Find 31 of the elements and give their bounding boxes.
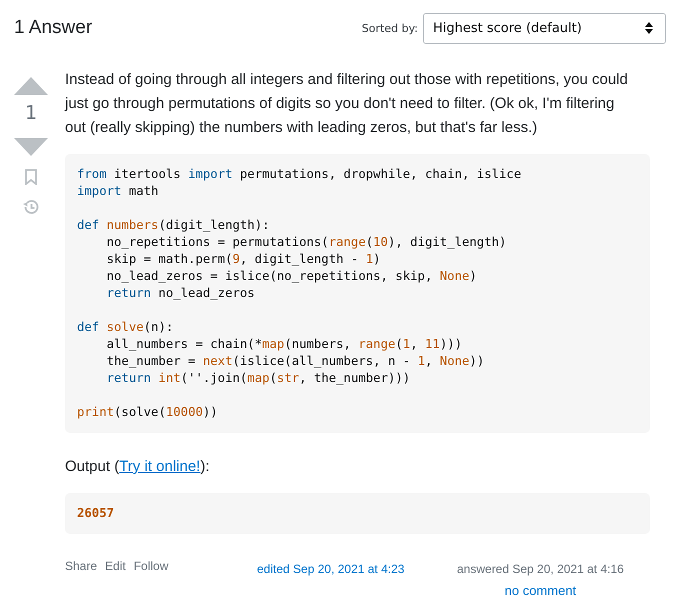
history-icon[interactable]: [22, 198, 40, 216]
code-line: def numbers(digit_length):: [77, 217, 270, 234]
sort-dropdown[interactable]: Highest score (default): [423, 12, 666, 44]
code-line: from itertools import permutations, dropwhile, chain, islice: [77, 166, 522, 183]
code-line: return no_lead_zeros: [106, 285, 255, 302]
code-line: import math: [77, 183, 158, 200]
output-label: Output (Try it online!):: [65, 457, 211, 477]
bookmark-icon[interactable]: [25, 169, 37, 185]
answered-timestamp: answered Sep 20, 2021 at 4:16: [457, 562, 624, 576]
post-action-link[interactable]: Follow: [134, 559, 168, 573]
output-block: 26057: [65, 493, 650, 534]
code-line: no_lead_zeros = islice(no_repetitions, skip, None): [106, 268, 477, 285]
code-line: skip = math.perm(9, digit_length - 1): [106, 251, 381, 268]
vote-score: 1: [24, 102, 38, 124]
code-line: no_repetitions = permutations(range(10), digit_length): [106, 234, 506, 251]
post-action-link[interactable]: Edit: [105, 559, 126, 573]
code-line: all_numbers = chain(*map(numbers, range(1, 11))): [106, 336, 462, 353]
sort-label: Sorted by:: [362, 22, 418, 34]
code-line: print(solve(10000)): [77, 404, 218, 421]
try-it-online-link[interactable]: Try it online!: [119, 458, 200, 475]
downvote-arrow-icon[interactable]: [14, 138, 48, 156]
post-action-link[interactable]: Share: [65, 559, 98, 573]
author-link[interactable]: no comment: [504, 583, 576, 598]
code-line: the_number = next(islice(all_numbers, n - 1, None)): [106, 353, 484, 370]
upvote-arrow-icon[interactable]: [14, 77, 48, 95]
answer-count-heading: 1 Answer: [14, 17, 92, 39]
edited-timestamp-link[interactable]: edited Sep 20, 2021 at 4:23: [257, 562, 457, 576]
code-line: def solve(n):: [77, 319, 174, 336]
answer-text: Instead of going through all integers and filtering out those with repetitions, you could just go through permutations of digits so you don't need to filter. (Ok ok, I'm filtering out (really skipping) the numbers with leading zeros, but that's far less.): [65, 70, 629, 138]
sort-caret-icon: [645, 22, 653, 34]
code-line: return int(''.join(map(str, the_number))): [106, 370, 410, 387]
